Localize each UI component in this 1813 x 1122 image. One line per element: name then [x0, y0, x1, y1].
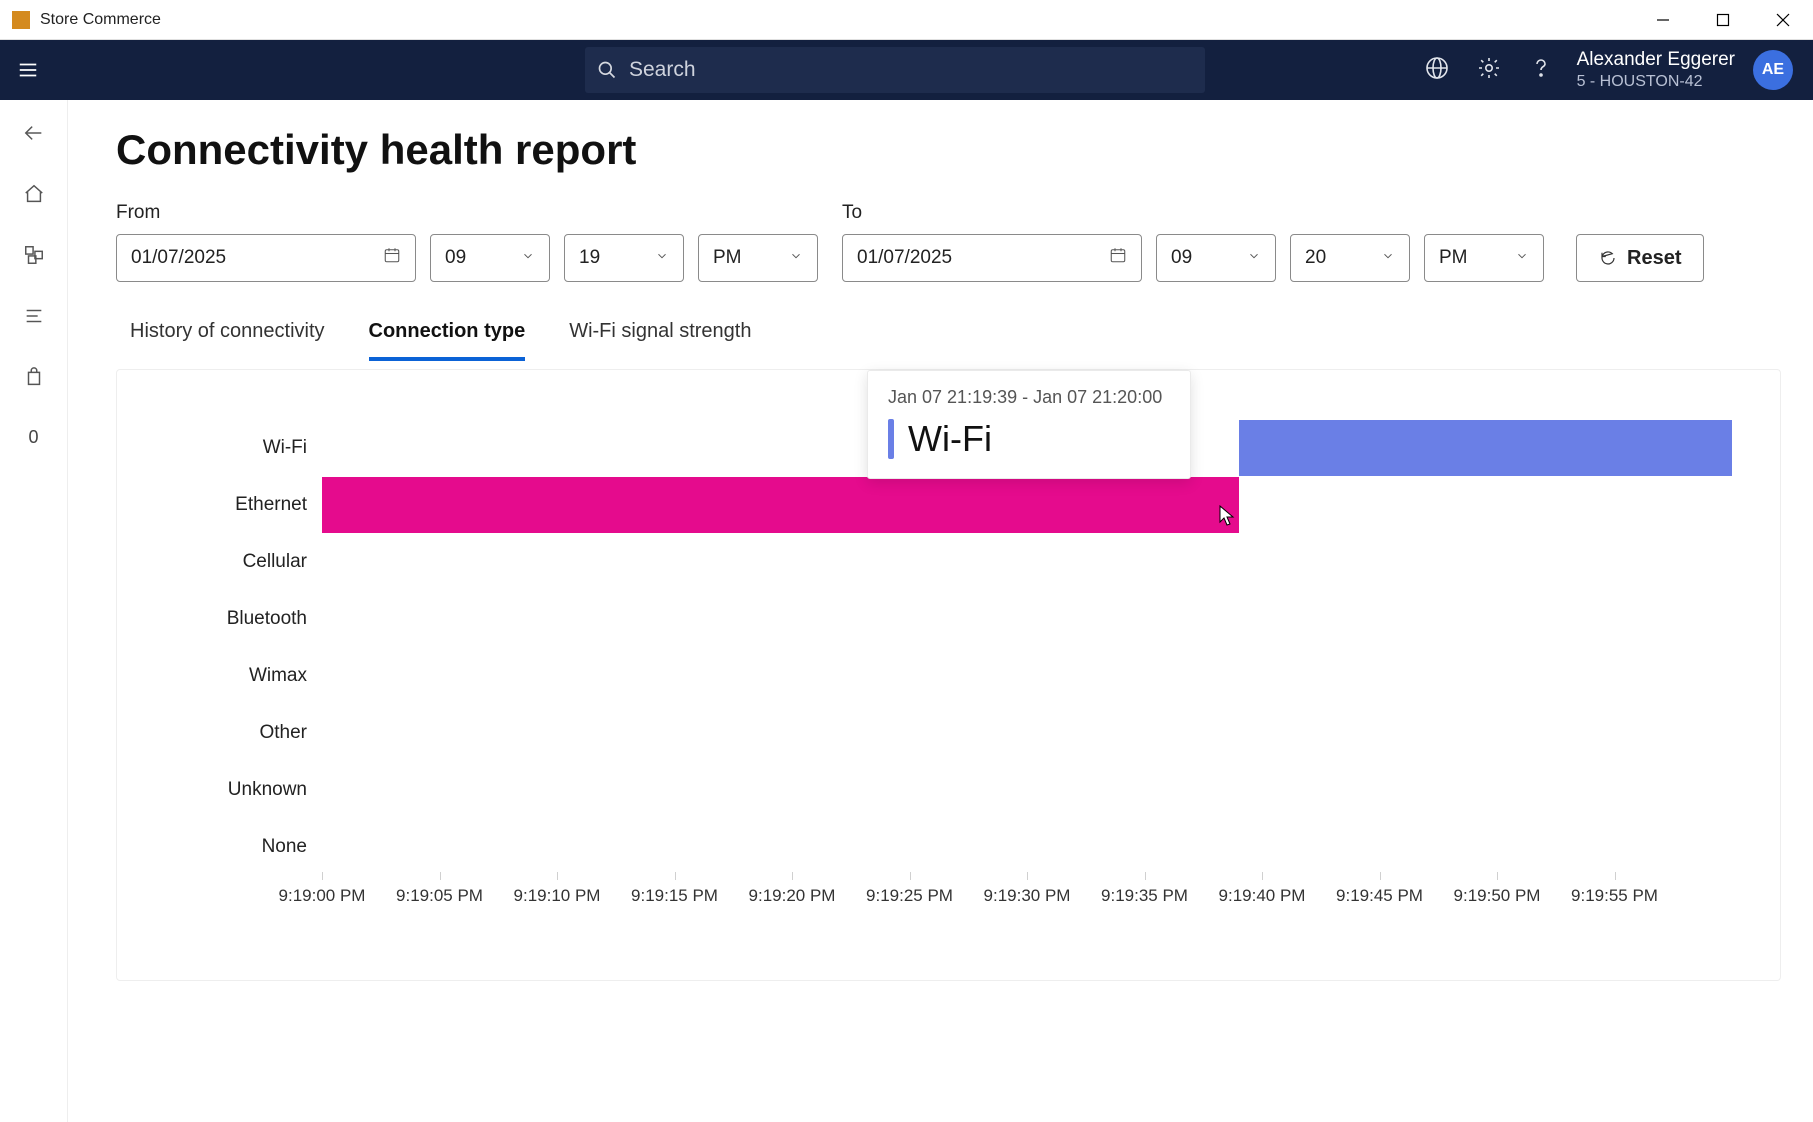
x-axis-label: 9:19:50 PM — [1454, 886, 1541, 906]
hamburger-menu-button[interactable] — [0, 40, 55, 100]
gear-icon[interactable] — [1477, 56, 1501, 85]
y-axis-label: Bluetooth — [227, 608, 307, 630]
back-icon[interactable] — [23, 122, 45, 149]
mouse-cursor-icon — [1219, 505, 1235, 527]
from-ampm-value: PM — [713, 247, 742, 269]
to-ampm-value: PM — [1439, 247, 1468, 269]
sidebar-counter[interactable]: 0 — [28, 427, 38, 448]
x-axis-label: 9:19:40 PM — [1219, 886, 1306, 906]
search-placeholder: Search — [629, 58, 696, 82]
sidebar: 0 — [0, 100, 68, 1122]
x-axis-label: 9:19:20 PM — [749, 886, 836, 906]
x-axis-label: 9:19:55 PM — [1571, 886, 1658, 906]
y-axis-label: Unknown — [228, 779, 307, 801]
home-icon[interactable] — [23, 183, 45, 210]
x-axis-label: 9:19:05 PM — [396, 886, 483, 906]
tab-wifi-strength[interactable]: Wi-Fi signal strength — [569, 310, 751, 361]
y-axis-label: None — [262, 836, 307, 858]
to-label: To — [842, 202, 1142, 224]
filters-row: From 01/07/2025 09 19 PM To — [116, 202, 1781, 282]
x-axis-label: 9:19:00 PM — [279, 886, 366, 906]
page-title: Connectivity health report — [116, 126, 1781, 174]
main-content: Connectivity health report From 01/07/20… — [68, 100, 1813, 1122]
chevron-down-icon — [789, 247, 803, 269]
from-label: From — [116, 202, 416, 224]
window-maximize-button[interactable] — [1693, 0, 1753, 40]
to-date-value: 01/07/2025 — [857, 247, 952, 269]
to-hour-select[interactable]: 09 — [1156, 234, 1276, 282]
chart-tooltip: Jan 07 21:19:39 - Jan 07 21:20:00 Wi-Fi — [867, 370, 1191, 479]
to-date-input[interactable]: 01/07/2025 — [842, 234, 1142, 282]
x-axis-label: 9:19:15 PM — [631, 886, 718, 906]
app-icon — [12, 11, 30, 29]
help-icon[interactable] — [1529, 56, 1553, 85]
calendar-icon — [1109, 246, 1127, 270]
y-axis-label: Other — [259, 722, 307, 744]
window-minimize-button[interactable] — [1633, 0, 1693, 40]
reset-icon — [1599, 249, 1617, 267]
chevron-down-icon — [1381, 247, 1395, 269]
from-hour-select[interactable]: 09 — [430, 234, 550, 282]
y-axis-label: Ethernet — [235, 494, 307, 516]
window-controls — [1633, 0, 1813, 40]
chevron-down-icon — [655, 247, 669, 269]
search-icon — [585, 60, 629, 80]
chevron-down-icon — [521, 247, 535, 269]
from-date-value: 01/07/2025 — [131, 247, 226, 269]
window-title: Store Commerce — [40, 11, 161, 29]
boxes-icon[interactable] — [23, 244, 45, 271]
x-axis-label: 9:19:10 PM — [514, 886, 601, 906]
user-text: Alexander Eggerer 5 - HOUSTON-42 — [1577, 48, 1735, 92]
from-date-input[interactable]: 01/07/2025 — [116, 234, 416, 282]
app-header: Search Alexander Eggerer 5 - HOUSTON-42 … — [0, 40, 1813, 100]
y-axis-label: Wi-Fi — [263, 437, 307, 459]
from-min-value: 19 — [579, 247, 600, 269]
from-ampm-select[interactable]: PM — [698, 234, 818, 282]
calendar-icon — [383, 246, 401, 270]
y-axis-label: Wimax — [249, 665, 307, 687]
globe-icon[interactable] — [1425, 56, 1449, 85]
user-block[interactable]: Alexander Eggerer 5 - HOUSTON-42 AE — [1577, 48, 1793, 92]
header-icons — [1425, 56, 1553, 85]
y-axis-label: Cellular — [243, 551, 307, 573]
tooltip-name: Wi-Fi — [908, 418, 992, 460]
user-sub: 5 - HOUSTON-42 — [1577, 72, 1735, 92]
window-close-button[interactable] — [1753, 0, 1813, 40]
tab-connection-type[interactable]: Connection type — [369, 310, 526, 361]
chart-bar[interactable] — [1239, 420, 1733, 476]
reset-label: Reset — [1627, 247, 1681, 270]
chart-panel: Wi-Fi Ethernet Cellular Bluetooth Wimax Other… — [116, 369, 1781, 981]
avatar[interactable]: AE — [1753, 50, 1793, 90]
user-name: Alexander Eggerer — [1577, 48, 1735, 72]
chevron-down-icon — [1247, 247, 1261, 269]
bag-icon[interactable] — [23, 366, 45, 393]
x-axis-label: 9:19:45 PM — [1336, 886, 1423, 906]
to-min-select[interactable]: 20 — [1290, 234, 1410, 282]
chart-bar[interactable] — [322, 477, 1239, 533]
search-input[interactable]: Search — [585, 47, 1205, 93]
tooltip-swatch — [888, 419, 894, 459]
window-titlebar: Store Commerce — [0, 0, 1813, 40]
reset-button[interactable]: Reset — [1576, 234, 1704, 282]
chevron-down-icon — [1515, 247, 1529, 269]
tab-history[interactable]: History of connectivity — [130, 310, 325, 361]
to-ampm-select[interactable]: PM — [1424, 234, 1544, 282]
x-axis-label: 9:19:30 PM — [984, 886, 1071, 906]
tooltip-time: Jan 07 21:19:39 - Jan 07 21:20:00 — [888, 387, 1162, 408]
from-min-select[interactable]: 19 — [564, 234, 684, 282]
x-axis-label: 9:19:35 PM — [1101, 886, 1188, 906]
to-min-value: 20 — [1305, 247, 1326, 269]
tabs: History of connectivity Connection type … — [116, 310, 1781, 361]
to-hour-value: 09 — [1171, 247, 1192, 269]
x-axis-label: 9:19:25 PM — [866, 886, 953, 906]
list-icon[interactable] — [23, 305, 45, 332]
from-hour-value: 09 — [445, 247, 466, 269]
